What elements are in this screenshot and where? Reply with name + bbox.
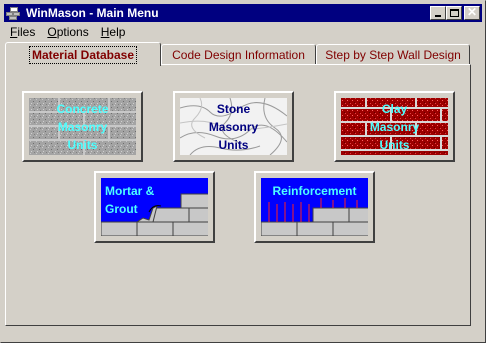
concrete-masonry-units-button[interactable]: Concrete Masonry Units bbox=[22, 91, 143, 162]
tab-strip: Material Database Code Design Informatio… bbox=[1, 41, 486, 66]
reinforcement-label: Reinforcement bbox=[272, 184, 357, 198]
winmason-app-icon[interactable] bbox=[6, 6, 22, 20]
menu-help-label: Help bbox=[100, 25, 126, 39]
concrete-masonry-units-label: Concrete Masonry Units bbox=[56, 101, 109, 152]
maximize-button[interactable] bbox=[446, 6, 462, 20]
tab-step-by-step-wall-design-label: Step by Step Wall Design bbox=[325, 48, 461, 62]
stone-masonry-units-label: Stone Masonry Units bbox=[208, 101, 259, 152]
window-title: WinMason - Main Menu bbox=[26, 6, 159, 20]
title-bar[interactable]: WinMason - Main Menu ✕ bbox=[4, 4, 482, 22]
material-database-panel: Concrete Masonry Units Stone Masonry Uni… bbox=[5, 64, 471, 326]
reinforcement-button[interactable]: Reinforcement bbox=[254, 171, 375, 243]
close-button[interactable]: ✕ bbox=[464, 5, 480, 20]
tab-code-design-information[interactable]: Code Design Information bbox=[161, 44, 316, 65]
mortar-grout-image: Mortar & Grout bbox=[101, 178, 208, 236]
clay-masonry-units-button[interactable]: Clay Masonry Units bbox=[334, 91, 455, 162]
close-icon: ✕ bbox=[466, 5, 478, 19]
menu-files[interactable]: Files bbox=[4, 25, 41, 39]
clay-brick-image: Clay Masonry Units bbox=[341, 98, 448, 155]
menu-options-label: Options bbox=[47, 25, 89, 39]
tab-step-by-step-wall-design[interactable]: Step by Step Wall Design bbox=[316, 44, 470, 65]
mortar-grout-button[interactable]: Mortar & Grout bbox=[94, 171, 215, 243]
concrete-block-image: Concrete Masonry Units bbox=[29, 98, 136, 155]
menu-options[interactable]: Options bbox=[41, 25, 94, 39]
menu-help[interactable]: Help bbox=[95, 25, 132, 39]
reinforcement-image: Reinforcement bbox=[261, 178, 368, 236]
stone-marble-image: Stone Masonry Units bbox=[180, 98, 287, 155]
minimize-button[interactable] bbox=[430, 6, 446, 20]
clay-masonry-units-label: Clay Masonry Units bbox=[369, 101, 420, 152]
maximize-icon bbox=[450, 9, 459, 17]
tab-code-design-information-label: Code Design Information bbox=[172, 48, 305, 62]
stone-masonry-units-button[interactable]: Stone Masonry Units bbox=[173, 91, 294, 162]
menu-files-label: Files bbox=[10, 25, 36, 39]
tab-material-database[interactable]: Material Database bbox=[5, 42, 161, 66]
tab-material-database-label: Material Database bbox=[28, 45, 138, 64]
minimize-icon bbox=[435, 15, 441, 17]
mortar-grout-label: Mortar & Grout bbox=[105, 184, 155, 216]
app-window: WinMason - Main Menu ✕ Files Options Hel… bbox=[0, 0, 486, 343]
menu-bar: Files Options Help bbox=[4, 23, 131, 41]
